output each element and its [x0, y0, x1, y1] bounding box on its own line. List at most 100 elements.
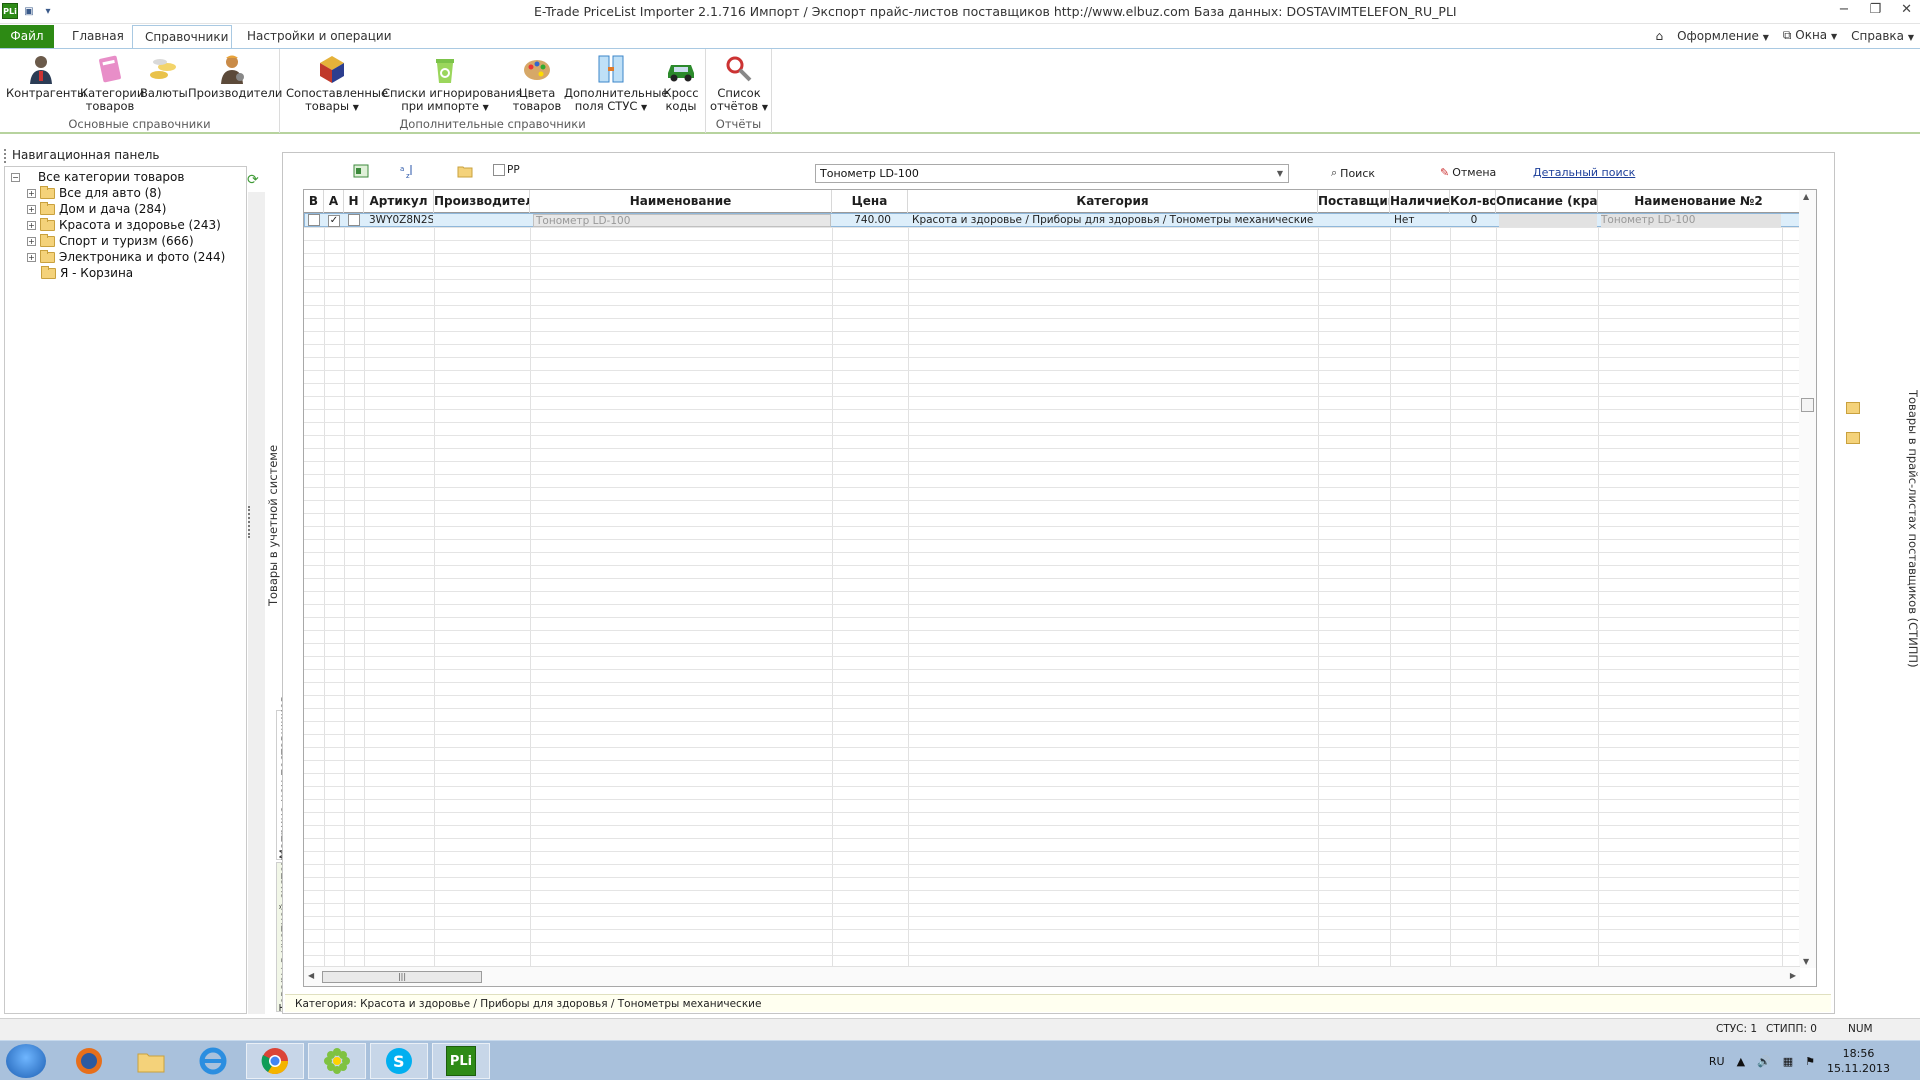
column-header-supplier[interactable]: Поставщик [1318, 190, 1390, 213]
column-header-qty[interactable]: Кол-во [1450, 190, 1496, 213]
tree-item-basket[interactable]: Я - Корзина [41, 265, 133, 281]
column-header-name2[interactable]: Наименование №2 [1598, 190, 1800, 213]
tab-file[interactable]: Файл [0, 25, 54, 48]
qat-dropdown-icon[interactable]: ▾ [40, 3, 56, 19]
column-header-name[interactable]: Наименование [530, 190, 832, 213]
additional-fields-button[interactable]: Дополнительные поля СТУС ▼ [564, 53, 669, 114]
folder-open-icon[interactable] [1846, 402, 1860, 414]
pli-app-taskbar-button[interactable]: PLi [432, 1043, 490, 1079]
refresh-icon[interactable]: ⟳ [247, 172, 263, 188]
scroll-right-icon[interactable]: ▶ [1790, 971, 1796, 980]
detailed-search-link[interactable]: Детальный поиск [1533, 166, 1635, 179]
tab-home[interactable]: Главная [60, 25, 136, 48]
collapse-ribbon-icon[interactable]: ⌂ [1655, 29, 1663, 43]
flag-icon[interactable]: ⚑ [1805, 1055, 1815, 1068]
scroll-thumb[interactable] [1801, 398, 1814, 412]
tree-item-all-categories[interactable]: − Все категории товаров [11, 169, 184, 185]
column-header-availability[interactable]: Наличие [1390, 190, 1450, 213]
help-menu[interactable]: Справка ▼ [1851, 29, 1914, 43]
expand-icon[interactable]: + [27, 236, 36, 246]
cell-category[interactable]: Красота и здоровье / Приборы для здоровь… [912, 214, 1317, 227]
matched-goods-button[interactable]: Сопоставленные товары ▼ [286, 53, 388, 114]
start-button[interactable] [6, 1044, 46, 1078]
column-header-manufacturer[interactable]: Производитель [434, 190, 530, 213]
tray-arrow-icon[interactable]: ▲ [1737, 1055, 1745, 1068]
cell-availability[interactable]: Нет [1394, 214, 1449, 227]
firefox-icon[interactable] [60, 1043, 118, 1079]
ignore-lists-button[interactable]: Списки игнорирования при импорте ▼ [382, 53, 522, 114]
expand-icon[interactable]: + [27, 252, 36, 262]
pp-checkbox[interactable]: PP [493, 164, 520, 176]
vertical-scrollbar[interactable]: ▲ ▼ [1799, 190, 1816, 968]
windows-menu[interactable]: ⧉ Окна ▼ [1783, 28, 1837, 43]
scroll-left-icon[interactable]: ◀ [308, 971, 314, 980]
tree-item-auto[interactable]: + Все для авто (8) [27, 185, 162, 201]
tab-references[interactable]: Справочники [132, 25, 232, 48]
column-header-description[interactable]: Описание (крат [1496, 190, 1598, 213]
network-icon[interactable]: ▦ [1783, 1055, 1793, 1068]
tree-item-electronics-photo[interactable]: + Электроника и фото (244) [27, 249, 225, 265]
expand-icon[interactable]: + [27, 188, 36, 198]
column-header-n[interactable]: Н [344, 190, 364, 213]
clock[interactable]: 18:56 15.11.2013 [1827, 1046, 1890, 1076]
column-header-category[interactable]: Категория [908, 190, 1318, 213]
icq-icon[interactable] [308, 1043, 366, 1079]
counterparties-button[interactable]: Контрагенты [6, 53, 86, 100]
tree-item-home-garden[interactable]: + Дом и дача (284) [27, 201, 166, 217]
column-header-price[interactable]: Цена [832, 190, 908, 213]
table-row[interactable]: ✓ 3WY0Z8N2S Тонометр LD-100 740.00 Красо… [304, 213, 1800, 227]
reports-list-button[interactable]: Список отчётов ▼ [710, 53, 768, 114]
scroll-down-icon[interactable]: ▼ [1803, 957, 1809, 966]
row-checkbox-a[interactable]: ✓ [328, 214, 340, 227]
row-checkbox-v[interactable] [308, 214, 320, 227]
column-header-a[interactable]: А [324, 190, 344, 213]
volume-icon[interactable]: 🔊 [1757, 1055, 1771, 1068]
expand-icon[interactable]: + [27, 220, 36, 230]
navigation-splitter-bar[interactable] [248, 192, 265, 1014]
open-folder-icon[interactable] [457, 163, 473, 179]
expand-icon[interactable]: + [27, 204, 36, 214]
scroll-thumb[interactable]: ||| [322, 971, 482, 983]
currencies-button[interactable]: Валюты [140, 53, 188, 100]
manufacturers-button[interactable]: Производители [188, 53, 282, 100]
row-checkbox-n[interactable] [348, 214, 360, 227]
collapse-icon[interactable]: − [11, 172, 20, 182]
cell-color[interactable] [1785, 214, 1799, 227]
save-icon[interactable]: ▣ [21, 3, 37, 19]
app-icon[interactable]: PLi [2, 3, 18, 19]
cell-name-editor[interactable]: Тонометр LD-100 [533, 214, 831, 227]
folder-add-icon[interactable] [1846, 432, 1860, 444]
minimize-icon[interactable]: − [1839, 2, 1850, 17]
cell-supplier[interactable] [1321, 214, 1389, 227]
horizontal-scrollbar[interactable]: ◀ ||| ▶ [304, 966, 1800, 986]
restore-icon[interactable]: ❐ [1869, 2, 1881, 17]
scroll-up-icon[interactable]: ▲ [1803, 192, 1809, 201]
checkbox[interactable] [493, 164, 505, 176]
search-input[interactable] [815, 164, 1289, 183]
navigation-panel-header[interactable]: Навигационная панель [0, 146, 265, 166]
column-header-v[interactable]: В [304, 190, 324, 213]
language-indicator[interactable]: RU [1709, 1055, 1725, 1068]
close-icon[interactable]: ✕ [1901, 2, 1912, 17]
cell-qty[interactable]: 0 [1453, 214, 1495, 227]
side-tab-supplier-goods[interactable]: Товары в прайс-листах поставщиков (СТИПП… [1902, 390, 1920, 668]
goods-colors-button[interactable]: Цвета товаров [512, 53, 562, 113]
search-dropdown-icon[interactable]: ▼ [1273, 165, 1287, 182]
cell-manufacturer[interactable] [437, 214, 529, 227]
column-header-sku[interactable]: Артикул [364, 190, 434, 213]
cell-price[interactable]: 740.00 [835, 214, 891, 227]
appearance-menu[interactable]: Оформление ▼ [1677, 29, 1769, 43]
search-button[interactable]: ⌕ Поиск [1331, 166, 1375, 180]
tree-item-sport-tourism[interactable]: + Спорт и туризм (666) [27, 233, 194, 249]
cross-codes-button[interactable]: Кросс коды [660, 53, 702, 113]
internet-explorer-icon[interactable] [184, 1043, 242, 1079]
chrome-icon[interactable] [246, 1043, 304, 1079]
cell-description[interactable] [1499, 214, 1597, 227]
tab-settings-operations[interactable]: Настройки и операции [235, 25, 404, 48]
explorer-folder-icon[interactable] [122, 1043, 180, 1079]
cell-sku[interactable]: 3WY0Z8N2S [369, 214, 433, 227]
cell-name2[interactable]: Тонометр LD-100 [1601, 214, 1781, 227]
sort-icon[interactable]: az [399, 163, 415, 179]
categories-button[interactable]: Категории товаров [80, 53, 144, 113]
cancel-button[interactable]: ✎ Отмена [1440, 166, 1496, 179]
